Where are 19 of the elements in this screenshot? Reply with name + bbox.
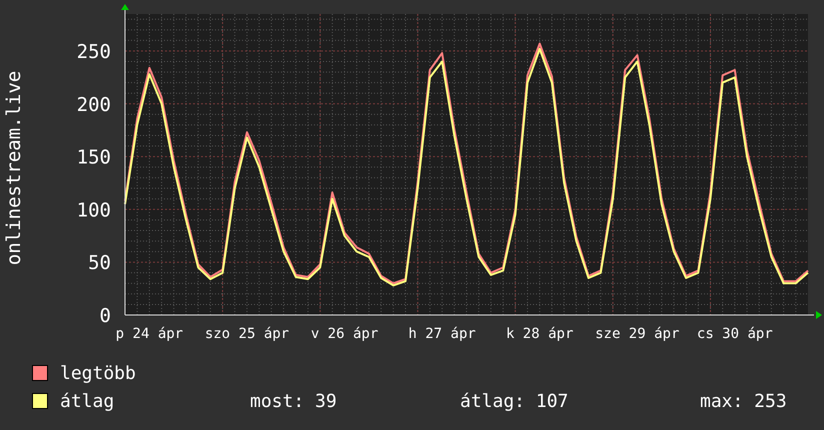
- x-tick-label: k 28 ápr: [506, 326, 574, 342]
- x-tick-label: sze 29 ápr: [595, 326, 680, 342]
- x-tick-label: v 26 ápr: [310, 326, 378, 342]
- legend-stat: max: 253: [700, 390, 787, 412]
- y-tick-label: 0: [100, 305, 111, 327]
- legend-stat: átlag: 107: [460, 390, 570, 412]
- x-tick-label: h 27 ápr: [408, 326, 476, 342]
- y-tick-label: 150: [76, 146, 111, 169]
- x-tick-label: szo 25 ápr: [204, 326, 290, 342]
- x-tick-label: p 24 ápr: [116, 326, 184, 342]
- x-tick-label: cs 30 ápr: [696, 326, 773, 342]
- legend-label: átlag: [60, 390, 116, 412]
- y-axis-title: onlinestream.live: [3, 70, 25, 266]
- legend-stat: most: 39: [250, 390, 338, 412]
- y-tick-label: 200: [76, 94, 111, 116]
- y-tick-label: 50: [88, 252, 111, 274]
- y-tick-label: 100: [76, 199, 111, 222]
- y-tick-label: 250: [76, 40, 111, 63]
- legend-label: legtöbb: [60, 362, 136, 384]
